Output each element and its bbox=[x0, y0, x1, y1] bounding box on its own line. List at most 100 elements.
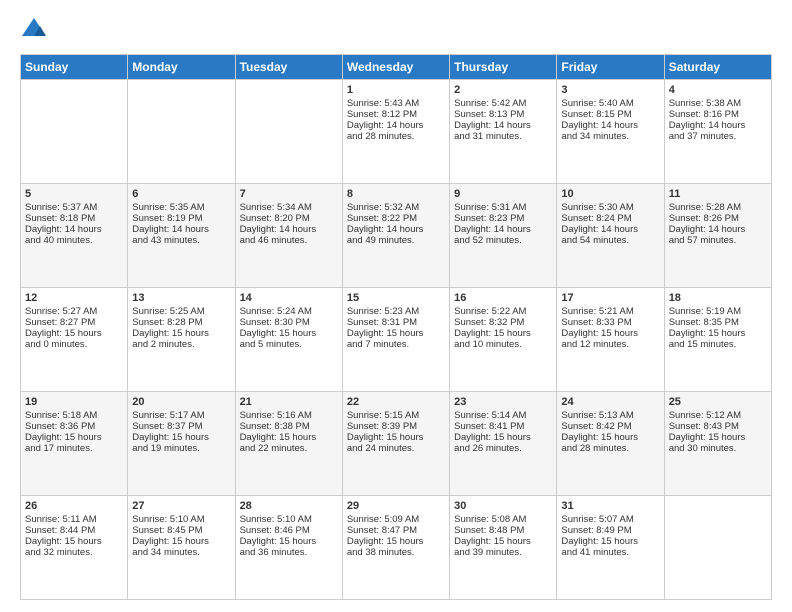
cell-text: Sunset: 8:38 PM bbox=[240, 421, 338, 432]
week-row-1: 1Sunrise: 5:43 AMSunset: 8:12 PMDaylight… bbox=[21, 80, 772, 184]
day-number: 23 bbox=[454, 396, 552, 408]
week-row-4: 19Sunrise: 5:18 AMSunset: 8:36 PMDayligh… bbox=[21, 392, 772, 496]
cell-text: Sunset: 8:12 PM bbox=[347, 109, 445, 120]
cell-text: Daylight: 15 hours bbox=[132, 328, 230, 339]
calendar-cell: 17Sunrise: 5:21 AMSunset: 8:33 PMDayligh… bbox=[557, 288, 664, 392]
cell-text: Daylight: 15 hours bbox=[132, 432, 230, 443]
cell-text: Daylight: 14 hours bbox=[240, 224, 338, 235]
day-header-monday: Monday bbox=[128, 55, 235, 80]
cell-text: Daylight: 14 hours bbox=[669, 120, 767, 131]
cell-text: Sunrise: 5:18 AM bbox=[25, 410, 123, 421]
cell-text: Daylight: 14 hours bbox=[347, 120, 445, 131]
cell-text: Sunrise: 5:42 AM bbox=[454, 98, 552, 109]
cell-text: Sunset: 8:46 PM bbox=[240, 525, 338, 536]
day-number: 12 bbox=[25, 292, 123, 304]
day-number: 3 bbox=[561, 84, 659, 96]
cell-text: and 38 minutes. bbox=[347, 547, 445, 558]
day-number: 1 bbox=[347, 84, 445, 96]
cell-text: Sunrise: 5:32 AM bbox=[347, 202, 445, 213]
cell-text: Sunrise: 5:31 AM bbox=[454, 202, 552, 213]
cell-text: and 12 minutes. bbox=[561, 339, 659, 350]
day-number: 14 bbox=[240, 292, 338, 304]
calendar-cell bbox=[128, 80, 235, 184]
cell-text: and 40 minutes. bbox=[25, 235, 123, 246]
day-number: 25 bbox=[669, 396, 767, 408]
calendar: SundayMondayTuesdayWednesdayThursdayFrid… bbox=[20, 54, 772, 600]
day-number: 18 bbox=[669, 292, 767, 304]
cell-text: Sunset: 8:42 PM bbox=[561, 421, 659, 432]
day-header-wednesday: Wednesday bbox=[342, 55, 449, 80]
day-header-tuesday: Tuesday bbox=[235, 55, 342, 80]
cell-text: Daylight: 14 hours bbox=[347, 224, 445, 235]
cell-text: and 17 minutes. bbox=[25, 443, 123, 454]
cell-text: and 52 minutes. bbox=[454, 235, 552, 246]
calendar-cell: 18Sunrise: 5:19 AMSunset: 8:35 PMDayligh… bbox=[664, 288, 771, 392]
cell-text: and 15 minutes. bbox=[669, 339, 767, 350]
calendar-cell: 19 Sunrise: 5:18 AMSunset: 8:36 PMDayligh… bbox=[21, 392, 128, 496]
cell-text: Sunset: 8:33 PM bbox=[561, 317, 659, 328]
cell-text: Daylight: 15 hours bbox=[25, 432, 123, 443]
cell-text: Daylight: 15 hours bbox=[454, 536, 552, 547]
calendar-cell: 14Sunrise: 5:24 AMSunset: 8:30 PMDayligh… bbox=[235, 288, 342, 392]
calendar-cell: 30Sunrise: 5:08 AMSunset: 8:48 PMDayligh… bbox=[450, 496, 557, 600]
day-number: 21 bbox=[240, 396, 338, 408]
cell-text: Sunrise: 5:21 AM bbox=[561, 306, 659, 317]
calendar-cell: 21 Sunrise: 5:16 AMSunset: 8:38 PMDayligh… bbox=[235, 392, 342, 496]
cell-text: Sunrise: 5:16 AM bbox=[240, 410, 338, 421]
day-header-thursday: Thursday bbox=[450, 55, 557, 80]
week-row-2: 5Sunrise: 5:37 AMSunset: 8:18 PMDaylight… bbox=[21, 184, 772, 288]
calendar-cell: 8Sunrise: 5:32 AMSunset: 8:22 PMDaylight… bbox=[342, 184, 449, 288]
cell-text: Sunrise: 5:37 AM bbox=[25, 202, 123, 213]
cell-text: Daylight: 15 hours bbox=[347, 536, 445, 547]
calendar-cell: 7Sunrise: 5:34 AMSunset: 8:20 PMDaylight… bbox=[235, 184, 342, 288]
calendar-cell: 5Sunrise: 5:37 AMSunset: 8:18 PMDaylight… bbox=[21, 184, 128, 288]
day-number: 31 bbox=[561, 500, 659, 512]
cell-text: Daylight: 15 hours bbox=[240, 432, 338, 443]
cell-text: Sunrise: 5:09 AM bbox=[347, 514, 445, 525]
cell-text: Daylight: 15 hours bbox=[669, 432, 767, 443]
cell-text: Sunrise: 5:35 AM bbox=[132, 202, 230, 213]
cell-text: and 28 minutes. bbox=[561, 443, 659, 454]
cell-text: Daylight: 14 hours bbox=[561, 120, 659, 131]
cell-text: Daylight: 14 hours bbox=[669, 224, 767, 235]
cell-text: and 24 minutes. bbox=[347, 443, 445, 454]
cell-text: Sunset: 8:23 PM bbox=[454, 213, 552, 224]
calendar-cell: 20Sunrise: 5:17 AMSunset: 8:37 PMDayligh… bbox=[128, 392, 235, 496]
cell-text: Sunset: 8:18 PM bbox=[25, 213, 123, 224]
cell-text: Sunrise: 5:13 AM bbox=[561, 410, 659, 421]
day-number: 19 bbox=[25, 396, 123, 408]
day-number: 20 bbox=[132, 396, 230, 408]
cell-text: and 19 minutes. bbox=[132, 443, 230, 454]
calendar-header-row: SundayMondayTuesdayWednesdayThursdayFrid… bbox=[21, 55, 772, 80]
day-number: 30 bbox=[454, 500, 552, 512]
cell-text: Sunset: 8:45 PM bbox=[132, 525, 230, 536]
cell-text: Sunset: 8:41 PM bbox=[454, 421, 552, 432]
cell-text: and 34 minutes. bbox=[132, 547, 230, 558]
cell-text: Daylight: 14 hours bbox=[132, 224, 230, 235]
calendar-cell: 2Sunrise: 5:42 AMSunset: 8:13 PMDaylight… bbox=[450, 80, 557, 184]
day-header-friday: Friday bbox=[557, 55, 664, 80]
cell-text: Sunrise: 5:27 AM bbox=[25, 306, 123, 317]
cell-text: Sunrise: 5:38 AM bbox=[669, 98, 767, 109]
cell-text: Sunset: 8:44 PM bbox=[25, 525, 123, 536]
cell-text: Sunset: 8:27 PM bbox=[25, 317, 123, 328]
cell-text: Sunrise: 5:43 AM bbox=[347, 98, 445, 109]
cell-text: and 32 minutes. bbox=[25, 547, 123, 558]
calendar-cell bbox=[664, 496, 771, 600]
day-number: 8 bbox=[347, 188, 445, 200]
cell-text: Sunset: 8:13 PM bbox=[454, 109, 552, 120]
day-header-sunday: Sunday bbox=[21, 55, 128, 80]
calendar-cell: 22Sunrise: 5:15 AMSunset: 8:39 PMDayligh… bbox=[342, 392, 449, 496]
cell-text: and 26 minutes. bbox=[454, 443, 552, 454]
calendar-cell: 24Sunrise: 5:13 AMSunset: 8:42 PMDayligh… bbox=[557, 392, 664, 496]
day-number: 27 bbox=[132, 500, 230, 512]
cell-text: Daylight: 14 hours bbox=[25, 224, 123, 235]
cell-text: Sunset: 8:36 PM bbox=[25, 421, 123, 432]
cell-text: Sunrise: 5:40 AM bbox=[561, 98, 659, 109]
day-number: 4 bbox=[669, 84, 767, 96]
cell-text: Sunset: 8:43 PM bbox=[669, 421, 767, 432]
cell-text: Daylight: 15 hours bbox=[561, 328, 659, 339]
calendar-cell: 9Sunrise: 5:31 AMSunset: 8:23 PMDaylight… bbox=[450, 184, 557, 288]
cell-text: Sunset: 8:48 PM bbox=[454, 525, 552, 536]
cell-text: and 5 minutes. bbox=[240, 339, 338, 350]
